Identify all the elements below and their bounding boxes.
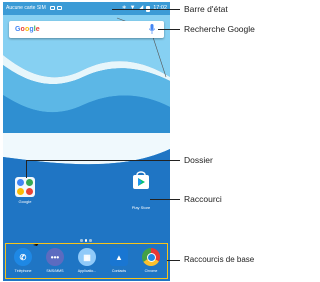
- dock-item-apps[interactable]: ▦ Applicatio...: [73, 248, 101, 273]
- dock-label: Téléphone: [14, 269, 32, 273]
- app-drawer-icon: ▦: [78, 248, 96, 266]
- folder-app-icon: [17, 188, 24, 195]
- google-search-bar[interactable]: Google: [9, 21, 164, 38]
- folder-app-icon: [17, 179, 24, 186]
- notification-icons: [50, 6, 62, 10]
- dock-label: SMS/MMS: [46, 269, 64, 273]
- dock: ✆ Téléphone ••• SMS/MMS ▦ Applicatio... …: [5, 243, 168, 279]
- screenshot-notification-icon: [57, 6, 62, 10]
- dock-item-phone[interactable]: ✆ Téléphone: [9, 248, 37, 273]
- folder-app-icon: [26, 179, 33, 186]
- folder-leader-line-vertical: [26, 160, 27, 178]
- page-dot-active: [84, 239, 87, 242]
- page-dot: [80, 239, 83, 242]
- shortcut-leader-line: [150, 199, 180, 200]
- callout-dock: Raccourcis de base: [184, 255, 255, 264]
- contacts-icon: ▲: [110, 248, 128, 266]
- callout-shortcut: Raccourci: [184, 194, 222, 204]
- dock-item-chrome[interactable]: Chrome: [137, 248, 165, 273]
- callout-status-bar: Barre d'état: [184, 4, 228, 14]
- search-leader-line: [158, 29, 180, 30]
- page-dot: [89, 239, 92, 242]
- dock-item-messaging[interactable]: ••• SMS/MMS: [41, 248, 69, 273]
- dock-label: Contacts: [111, 269, 127, 273]
- messaging-icon: •••: [46, 248, 64, 266]
- phone-screen: Aucune carte SIM ∗ ▼ ◢ 17:02 Google Goog…: [3, 2, 170, 281]
- status-bar-leader-line: [112, 9, 180, 10]
- folder-leader-line: [26, 160, 180, 161]
- callout-search: Recherche Google: [184, 24, 255, 34]
- folder-icon[interactable]: [15, 177, 35, 197]
- dock-label: Chrome: [144, 269, 158, 273]
- play-store-label: Play Store: [131, 205, 151, 210]
- chrome-icon: [142, 248, 160, 266]
- dock-item-contacts[interactable]: ▲ Contacts: [105, 248, 133, 273]
- page-indicator: [80, 239, 92, 242]
- phone-icon: ✆: [14, 248, 32, 266]
- image-notification-icon: [50, 6, 55, 10]
- play-store-icon[interactable]: [131, 170, 151, 190]
- microphone-icon[interactable]: [149, 24, 155, 35]
- callout-folder: Dossier: [184, 155, 213, 165]
- dock-label: Applicatio...: [77, 269, 97, 273]
- folder-label: Google: [18, 199, 32, 204]
- dock-leader-line: [167, 260, 180, 261]
- folder-app-icon: [26, 188, 33, 195]
- carrier-text: Aucune carte SIM: [6, 5, 46, 11]
- google-logo: Google: [15, 26, 40, 33]
